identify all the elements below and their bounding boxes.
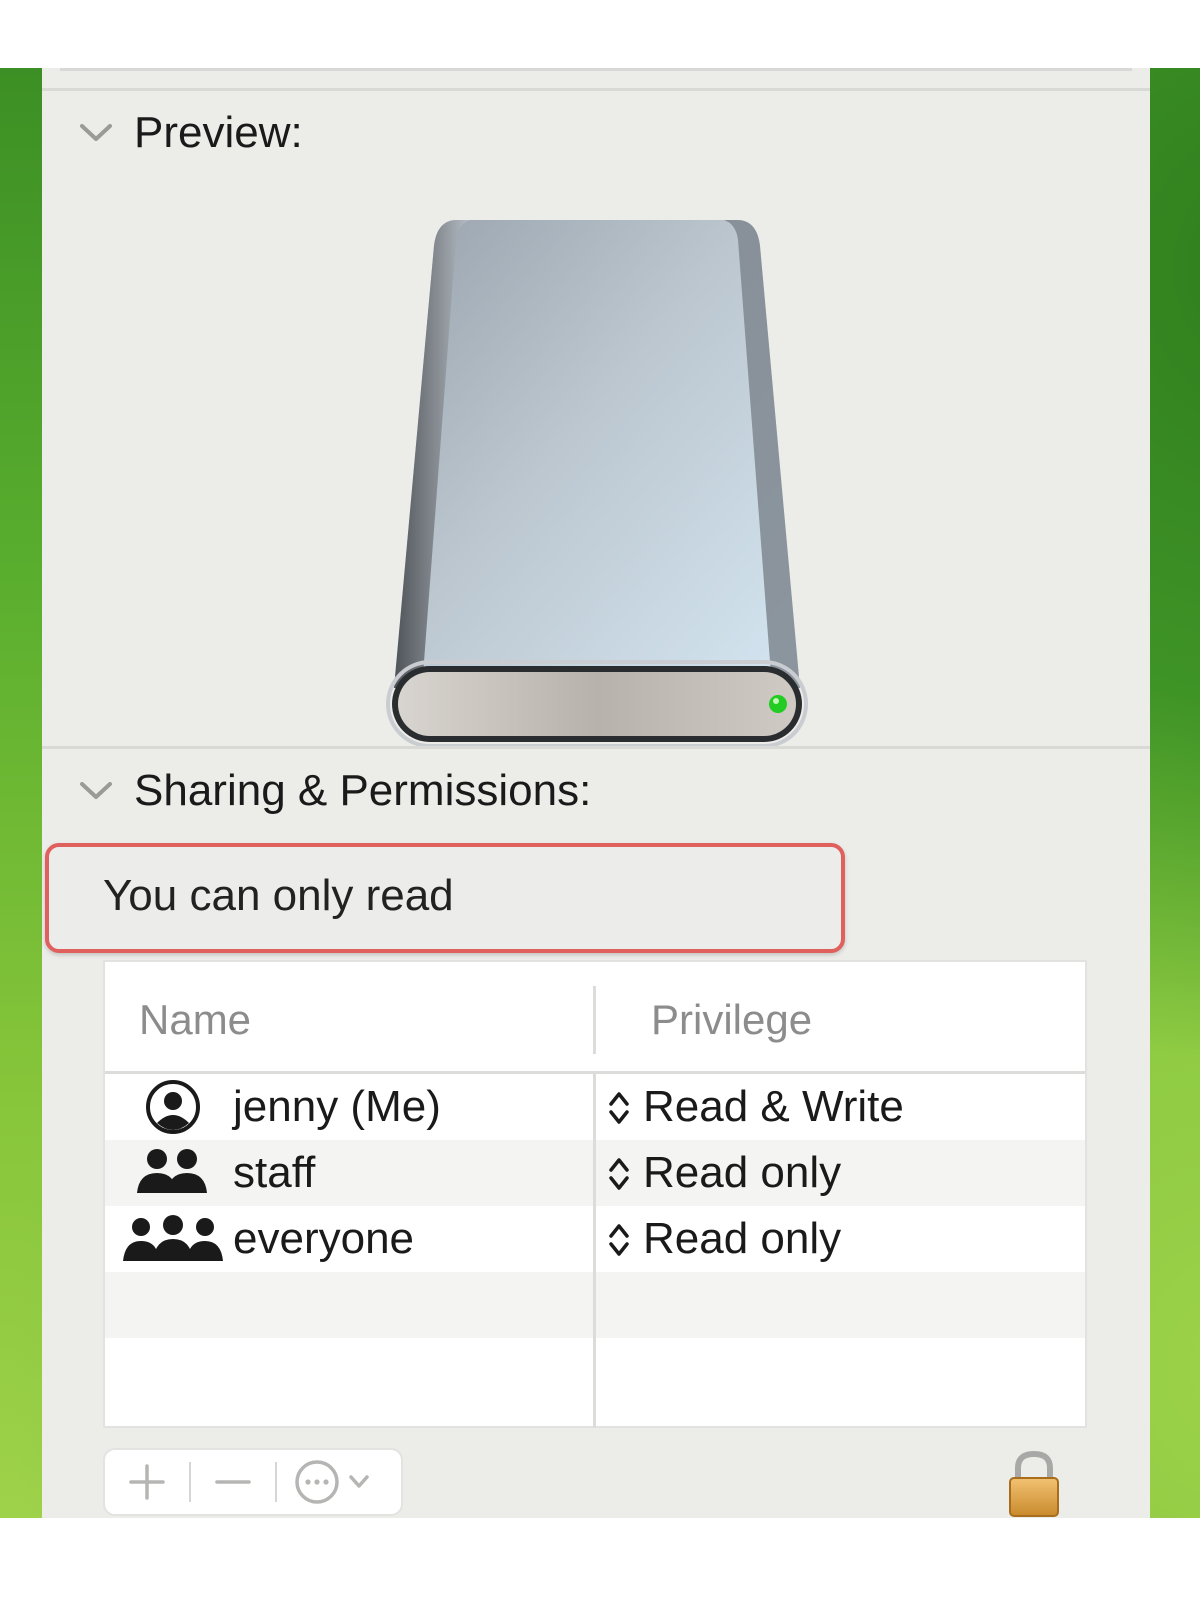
column-header-name[interactable]: Name (139, 996, 251, 1044)
lock-icon[interactable] (1004, 1450, 1064, 1518)
column-header-privilege[interactable]: Privilege (651, 996, 812, 1044)
row-privilege[interactable]: Read only (643, 1148, 841, 1198)
row-name: staff (233, 1148, 316, 1197)
permission-notice: You can only read (45, 843, 845, 953)
table-header: Name Privilege (105, 962, 1085, 1074)
top-divider (60, 68, 1132, 71)
permissions-table: Name Privilege jenny (Me) Read & Write s… (103, 960, 1087, 1428)
permissions-toolbar (103, 1448, 403, 1516)
column-divider (593, 986, 596, 1054)
ellipsis-circle-icon[interactable] (277, 1452, 397, 1512)
chevron-down-icon[interactable] (78, 773, 114, 809)
info-window-panel: Preview: Sharing & Permissions: You can … (42, 68, 1150, 1518)
preview-section-header[interactable]: Preview: (78, 108, 303, 158)
group-icon (135, 1146, 209, 1200)
preview-title: Preview: (134, 108, 303, 157)
row-privilege[interactable]: Read & Write (643, 1082, 904, 1132)
section-divider (42, 746, 1150, 749)
stepper-icon[interactable] (607, 1088, 631, 1128)
row-name: jenny (Me) (233, 1082, 441, 1131)
row-privilege[interactable]: Read only (643, 1214, 841, 1264)
stepper-icon[interactable] (607, 1220, 631, 1260)
permission-notice-text: You can only read (103, 871, 454, 920)
sharing-section-header[interactable]: Sharing & Permissions: (78, 766, 591, 816)
chevron-down-icon[interactable] (78, 115, 114, 151)
row-name: everyone (233, 1214, 415, 1263)
sharing-title: Sharing & Permissions: (134, 766, 592, 815)
stepper-icon[interactable] (607, 1154, 631, 1194)
column-divider (593, 1074, 596, 1428)
minus-icon[interactable] (191, 1452, 275, 1512)
everyone-icon (123, 1212, 223, 1266)
section-divider (42, 88, 1150, 91)
plus-icon[interactable] (105, 1452, 189, 1512)
external-drive-icon (352, 218, 842, 778)
user-icon (145, 1080, 201, 1134)
